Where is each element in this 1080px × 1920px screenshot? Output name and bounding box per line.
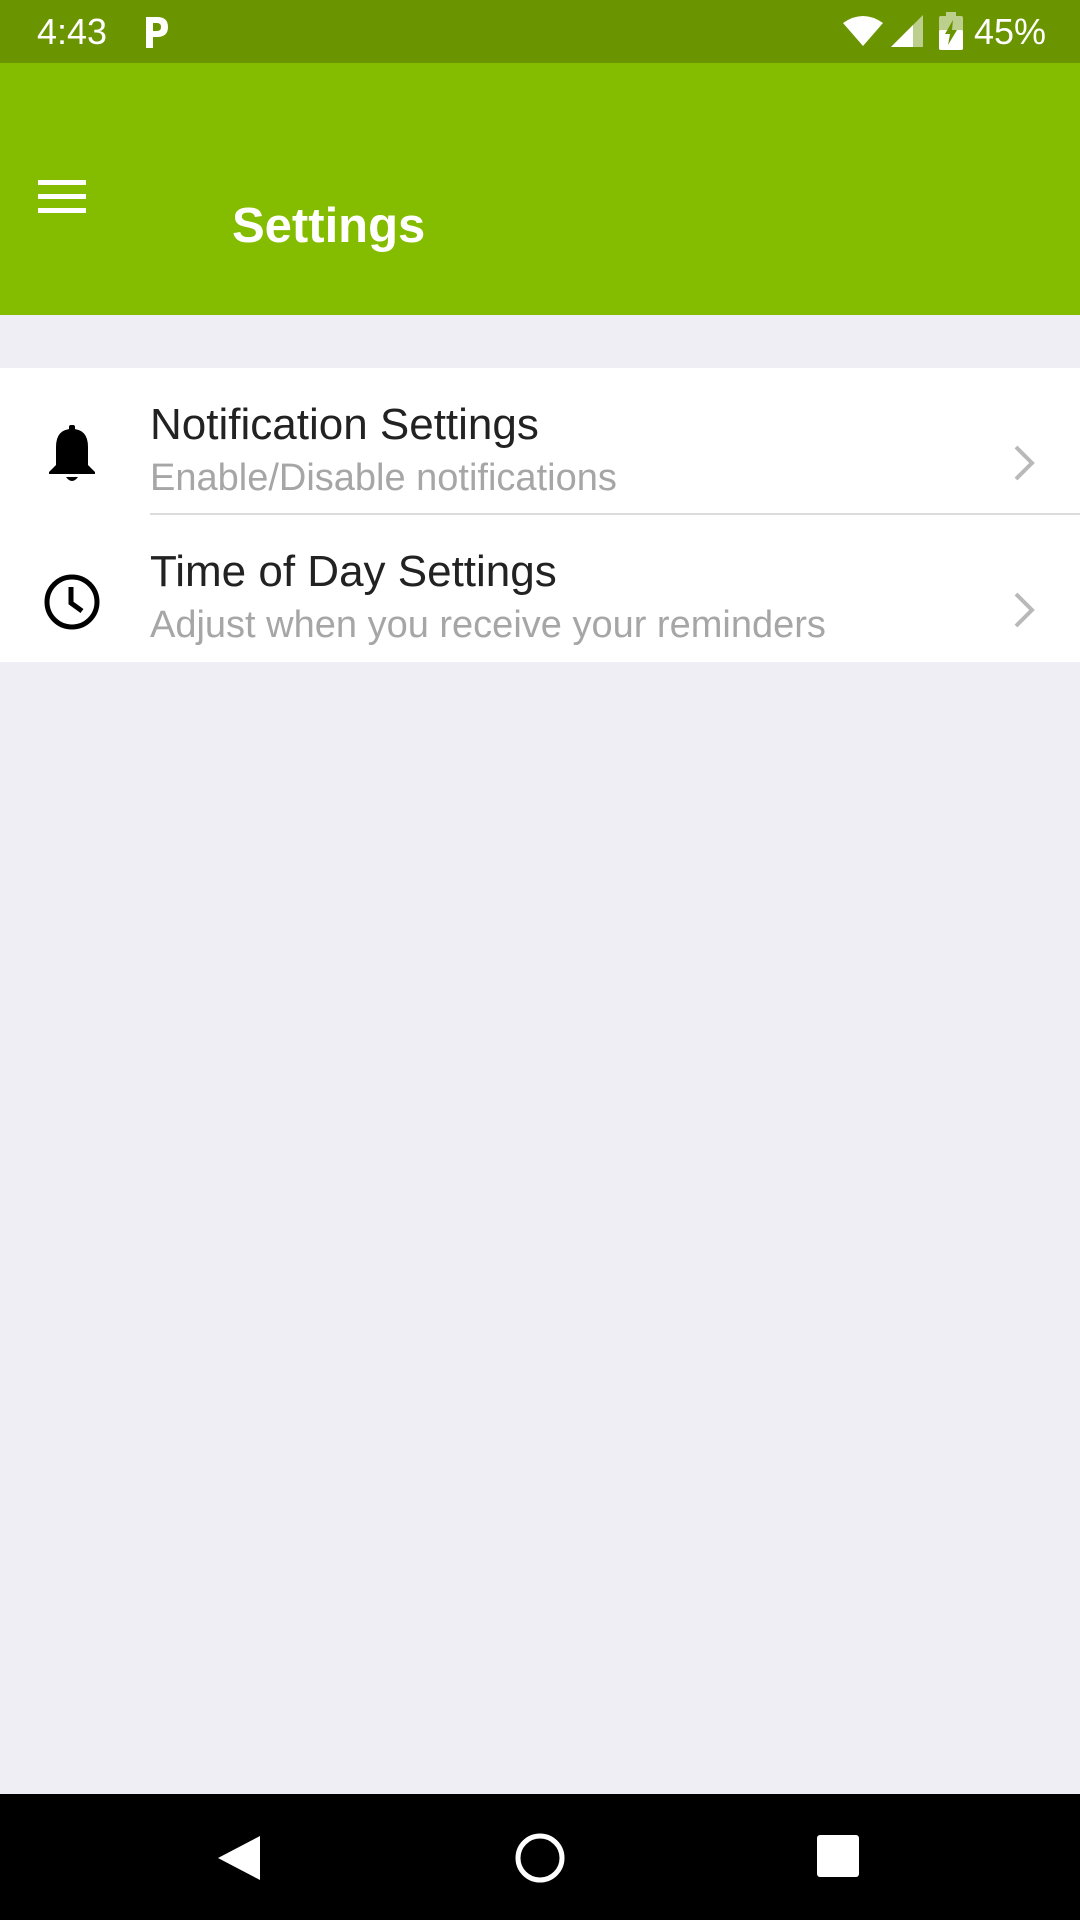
page-title: Settings	[232, 199, 426, 253]
battery-percentage: 45%	[974, 11, 1047, 52]
home-icon[interactable]	[514, 1832, 566, 1884]
settings-screen: 4:43 45% Settings Notification Settings …	[0, 0, 1080, 1920]
clock-icon	[44, 574, 100, 630]
hamburger-menu-icon[interactable]	[38, 173, 86, 221]
battery-charging-icon	[939, 12, 963, 50]
chevron-right-icon	[1014, 445, 1035, 481]
status-bar: 4:43 45%	[0, 0, 1080, 63]
bell-icon	[49, 425, 95, 481]
status-time: 4:43	[37, 11, 108, 52]
item-subtitle: Adjust when you receive your reminders	[150, 604, 826, 646]
item-subtitle: Enable/Disable notifications	[150, 457, 617, 499]
wifi-icon	[843, 16, 883, 46]
settings-list: Notification Settings Enable/Disable not…	[0, 368, 1080, 662]
list-item-notification-settings[interactable]: Notification Settings Enable/Disable not…	[0, 368, 1080, 515]
signal-icon	[891, 15, 923, 47]
p-icon	[146, 17, 168, 48]
recents-icon[interactable]	[817, 1835, 859, 1877]
item-title: Notification Settings	[150, 400, 539, 449]
list-item-time-of-day-settings[interactable]: Time of Day Settings Adjust when you rec…	[0, 515, 1080, 662]
back-icon[interactable]	[216, 1834, 262, 1882]
app-bar: Settings	[0, 63, 1080, 315]
item-title: Time of Day Settings	[150, 547, 557, 596]
chevron-right-icon	[1014, 592, 1035, 628]
